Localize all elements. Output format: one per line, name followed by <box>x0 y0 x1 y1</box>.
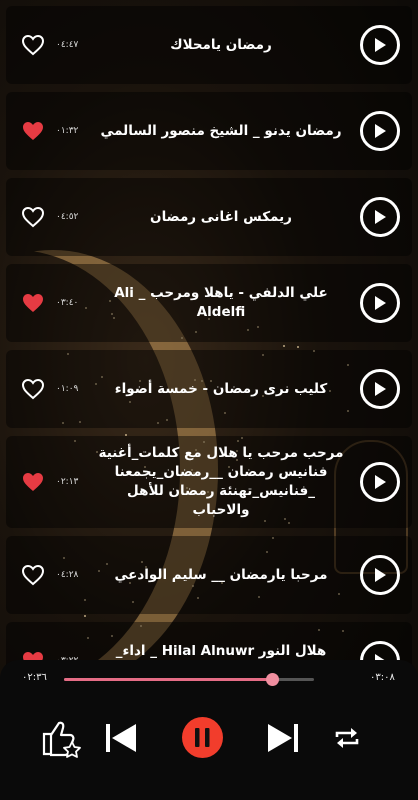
track-title: رمضان يامحلاك <box>170 36 272 53</box>
elapsed-time: ٠٢:٣٦ <box>22 672 47 683</box>
skip-previous-icon[interactable] <box>104 722 138 754</box>
track-row[interactable]: ٠١:٣٢ رمضان يدنو _ الشيخ منصور السالمي <box>6 92 412 170</box>
heart-filled-icon[interactable] <box>21 470 45 494</box>
track-row[interactable]: ٠٤:٢٨ مرحبا يارمضان __ سليم الوادعي <box>6 536 412 614</box>
track-row[interactable]: ٠٢:١٣ مرحب مرحب يا هلال مع كلمات_أغنية ف… <box>6 436 412 528</box>
track-title: رمضان يدنو _ الشيخ منصور السالمي <box>100 122 342 139</box>
play-icon[interactable] <box>360 462 400 502</box>
heart-outline-icon[interactable] <box>21 205 45 229</box>
pause-button[interactable] <box>182 717 223 758</box>
repeat-icon[interactable] <box>333 724 361 752</box>
track-duration: ٠١:٣٢ <box>56 126 79 136</box>
track-title: ريمكس اغانى رمضان <box>150 208 292 225</box>
track-duration: ٠١:٠٩ <box>56 384 79 394</box>
heart-outline-icon[interactable] <box>21 377 45 401</box>
track-duration: ٠٣:٤٠ <box>56 298 79 308</box>
seek-bar-fill <box>64 678 272 681</box>
track-duration: ٠٤:٢٨ <box>56 570 79 580</box>
pause-icon <box>195 728 210 747</box>
track-list: ٠٤:٤٧ رمضان يامحلاك ٠١:٣٢ رمضان يدنو _ ا… <box>6 6 412 708</box>
track-row[interactable]: ٠٤:٥٢ ريمكس اغانى رمضان <box>6 178 412 256</box>
seek-bar-handle[interactable] <box>265 673 279 686</box>
play-icon[interactable] <box>360 369 400 409</box>
track-title: علي الدلفي - ياهلا ومرحب _ Ali Aldelfi <box>114 285 328 320</box>
seek-bar[interactable] <box>64 673 314 686</box>
play-icon[interactable] <box>360 197 400 237</box>
track-row[interactable]: ٠٤:٤٧ رمضان يامحلاك <box>6 6 412 84</box>
play-icon[interactable] <box>360 555 400 595</box>
heart-outline-icon[interactable] <box>21 33 45 57</box>
track-title: كليب نرى رمضان - خمسة أضواء <box>114 380 328 397</box>
mini-player: ٠٢:٣٦ ٠٣:٠٨ <box>0 660 418 800</box>
track-row[interactable]: ٠١:٠٩ كليب نرى رمضان - خمسة أضواء <box>6 350 412 428</box>
play-icon[interactable] <box>360 111 400 151</box>
skip-next-icon[interactable] <box>266 722 300 754</box>
heart-outline-icon[interactable] <box>21 563 45 587</box>
track-duration: ٠٢:١٣ <box>56 477 79 487</box>
track-row[interactable]: ٠٣:٤٠ علي الدلفي - ياهلا ومرحب _ Ali Ald… <box>6 264 412 342</box>
play-icon[interactable] <box>360 283 400 323</box>
thumbs-up-star-icon[interactable] <box>40 718 82 758</box>
track-title: مرحب مرحب يا هلال مع كلمات_أغنية فنانيس … <box>98 445 344 518</box>
track-duration: ٠٤:٤٧ <box>56 40 79 50</box>
track-title: مرحبا يارمضان __ سليم الوادعي <box>114 566 328 583</box>
track-duration: ٠٤:٥٢ <box>56 212 79 222</box>
play-icon[interactable] <box>360 25 400 65</box>
heart-filled-icon[interactable] <box>21 119 45 143</box>
heart-filled-icon[interactable] <box>21 291 45 315</box>
total-time: ٠٣:٠٨ <box>370 672 395 683</box>
